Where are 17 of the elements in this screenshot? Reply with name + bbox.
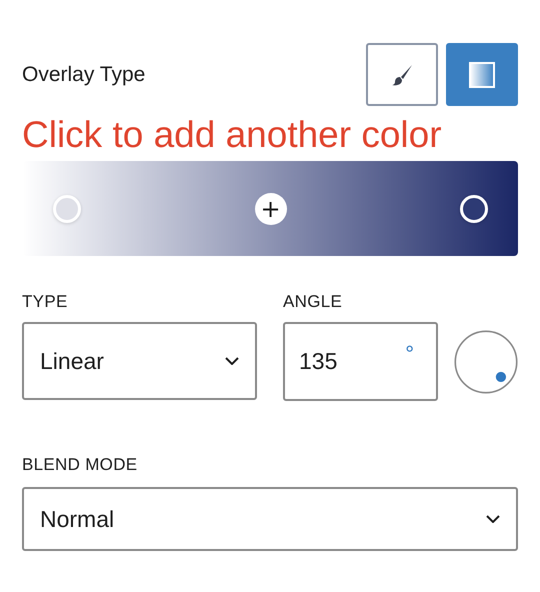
brush-button[interactable]: [366, 43, 438, 106]
blend-mode-select[interactable]: Normal: [22, 487, 518, 551]
type-label: TYPE: [22, 292, 69, 313]
gradient-icon: [469, 62, 495, 88]
type-select[interactable]: Linear: [22, 322, 257, 400]
blend-mode-label: BLEND MODE: [22, 455, 138, 476]
gradient-button[interactable]: [446, 43, 518, 106]
chevron-down-icon: [486, 515, 500, 523]
angle-label: ANGLE: [283, 292, 344, 313]
color-stop-handle[interactable]: [460, 194, 488, 222]
overlay-type-label: Overlay Type: [22, 62, 146, 86]
color-stop-handle[interactable]: [53, 194, 81, 222]
annotation-text: Click to add another color: [22, 115, 443, 155]
add-stop-button[interactable]: +: [254, 192, 286, 224]
angle-dial[interactable]: [454, 330, 518, 394]
angle-input[interactable]: 135 °: [283, 322, 438, 401]
chevron-down-icon: [225, 357, 239, 365]
